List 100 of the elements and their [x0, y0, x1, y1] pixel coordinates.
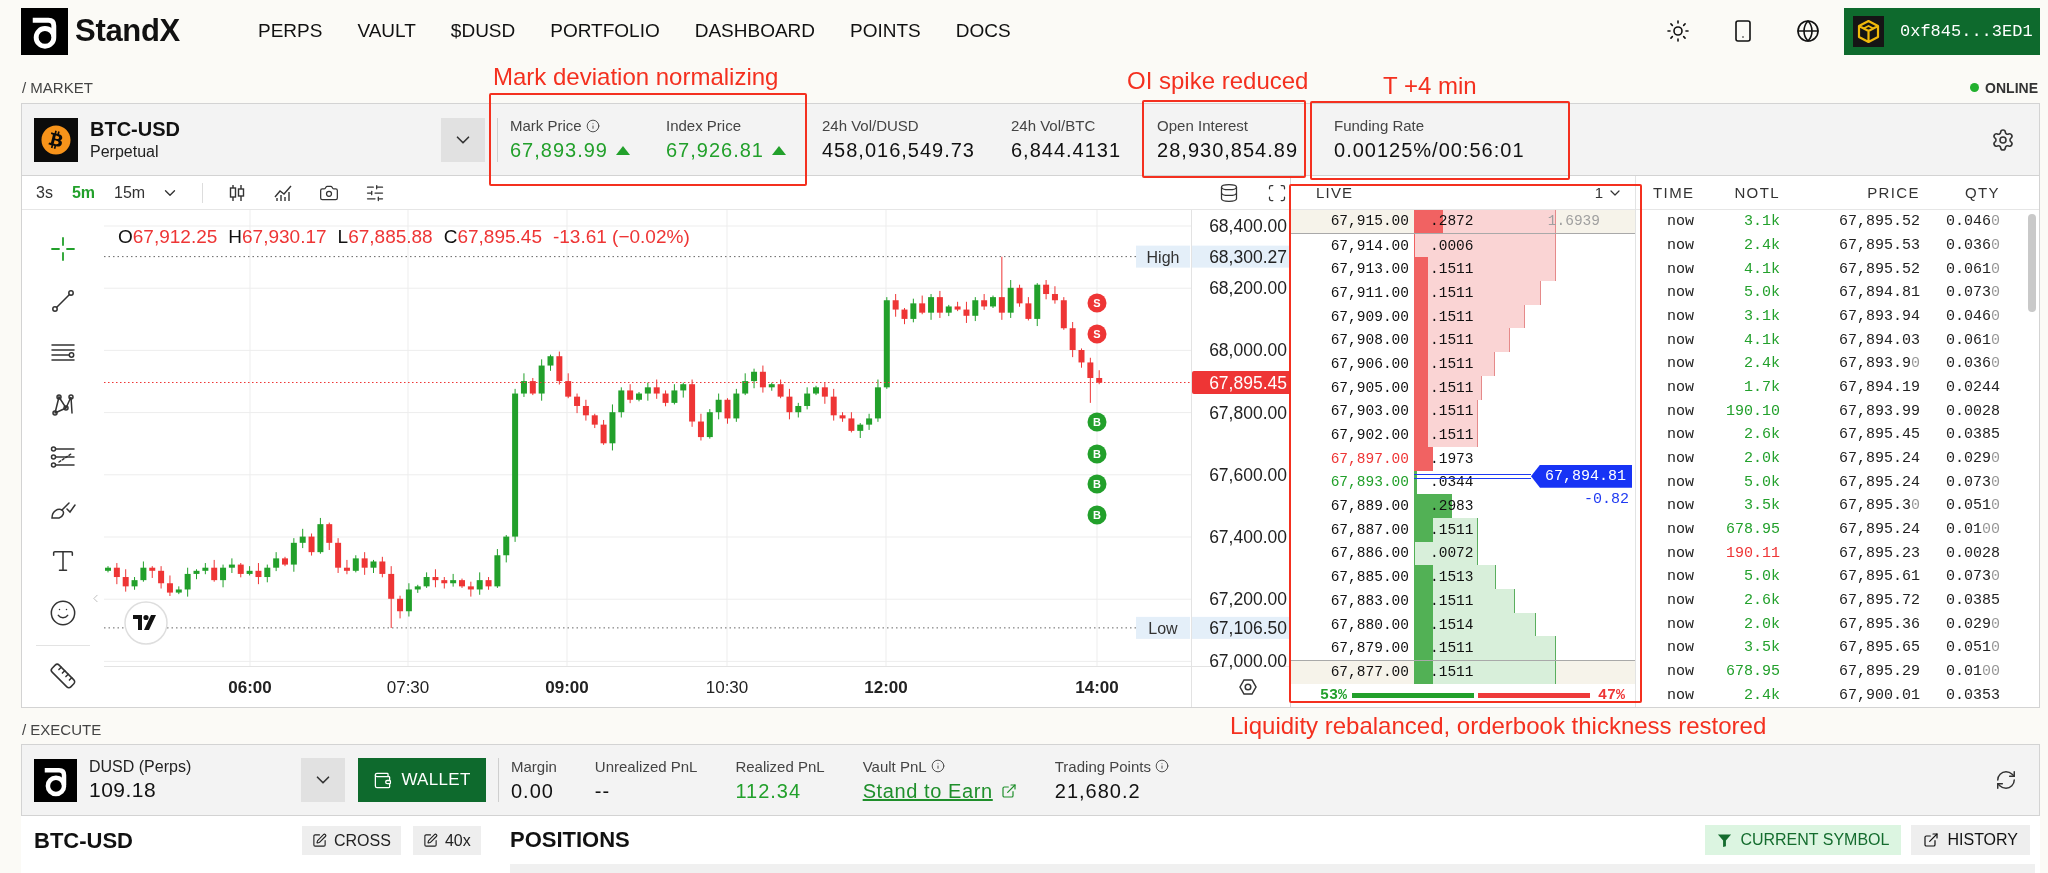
- rising-candle: [857, 422, 864, 439]
- position-symbol: BTC-USD: [34, 827, 133, 854]
- scrollbar[interactable]: [2028, 214, 2036, 312]
- falling-candle: [113, 562, 120, 585]
- bid-price[interactable]: 67,887.00: [1291, 521, 1409, 538]
- stat-label: Funding Rate: [1334, 117, 1425, 134]
- falling-candle: [724, 397, 731, 425]
- ask-price[interactable]: 67,902.00: [1291, 427, 1409, 444]
- grouping-select[interactable]: 1: [1594, 184, 1623, 201]
- edit-icon: [422, 833, 438, 848]
- stat-value: 0.00: [511, 779, 554, 803]
- bid-price[interactable]: 67,885.00: [1291, 569, 1409, 586]
- trade-price: 67,895.72: [1838, 592, 1920, 610]
- ask-price[interactable]: 67,915.00: [1291, 213, 1409, 230]
- interval-tab[interactable]: 15m: [114, 183, 146, 202]
- trade-price: 67,895.29: [1838, 663, 1920, 681]
- ask-price[interactable]: 67,906.00: [1291, 355, 1409, 372]
- bid-price[interactable]: 67,889.00: [1291, 498, 1409, 515]
- database-icon[interactable]: [1219, 182, 1239, 203]
- edit-icon: [312, 833, 327, 848]
- column-header[interactable]: QTY: [1920, 184, 2000, 201]
- wallet-address-button[interactable]: 0xf845...3ED1: [1844, 7, 2040, 55]
- trade-notional: 190.10: [1725, 402, 1780, 420]
- settings-icon[interactable]: [1991, 127, 2015, 152]
- ask-price[interactable]: 67,908.00: [1291, 332, 1409, 349]
- nav-link[interactable]: $DUSD: [450, 20, 516, 42]
- node-pattern-icon[interactable]: [49, 391, 77, 419]
- nav-link[interactable]: PORTFOLIO: [550, 20, 660, 42]
- sun-icon[interactable]: [1666, 19, 1690, 43]
- rising-candle: [751, 368, 758, 389]
- current-symbol-filter[interactable]: CURRENT SYMBOL: [1705, 825, 1902, 855]
- stat-value: --: [594, 779, 611, 803]
- trade-time: now: [1666, 284, 1695, 302]
- margin-mode-button[interactable]: CROSS: [302, 826, 401, 855]
- column-header[interactable]: TIME: [1653, 184, 1713, 201]
- falling-candle: [892, 293, 899, 318]
- trade-notional: 4.1k: [1743, 331, 1780, 349]
- refresh-icon[interactable]: [1995, 769, 2017, 791]
- asset-balance: 109.18: [89, 778, 157, 802]
- column-header[interactable]: PRICE: [1780, 184, 1920, 201]
- leverage-button[interactable]: 40x: [412, 826, 481, 855]
- dotted-levels-icon[interactable]: [49, 443, 77, 471]
- rising-candle: [290, 537, 297, 573]
- info-icon[interactable]: [930, 759, 945, 773]
- falling-candle: [441, 576, 448, 590]
- bid-price[interactable]: 67,883.00: [1291, 592, 1409, 609]
- bid-price[interactable]: 67,877.00: [1291, 664, 1409, 681]
- ask-price[interactable]: 67,914.00: [1291, 237, 1409, 254]
- nav-link[interactable]: PERPS: [258, 20, 323, 42]
- ask-price[interactable]: 67,897.00: [1291, 450, 1409, 467]
- order-size: .0006: [1430, 237, 1474, 254]
- trade-time: now: [1666, 260, 1695, 278]
- buy-marker: B: [1087, 444, 1107, 464]
- ask-price[interactable]: 67,903.00: [1291, 403, 1409, 420]
- ohlc-value: C67,895.45: [443, 226, 542, 248]
- nav-link[interactable]: DOCS: [955, 20, 1011, 42]
- nav-link[interactable]: POINTS: [850, 20, 921, 42]
- nav-link[interactable]: VAULT: [357, 20, 416, 42]
- ask-price[interactable]: 67,909.00: [1291, 308, 1409, 325]
- falling-candle: [998, 256, 1005, 321]
- wallet-button[interactable]: WALLET: [358, 758, 486, 802]
- market-symbol: BTC-USD: [90, 118, 180, 141]
- order-size: .1511: [1430, 521, 1474, 538]
- ask-price[interactable]: 67,911.00: [1291, 284, 1409, 301]
- external-link-icon[interactable]: [1000, 783, 1017, 799]
- ask-price[interactable]: 67,905.00: [1291, 379, 1409, 396]
- info-icon[interactable]: [1154, 759, 1169, 773]
- bid-price[interactable]: 67,880.00: [1291, 616, 1409, 633]
- falling-candle: [565, 372, 572, 399]
- annotation-label: Mark deviation normalizing: [493, 62, 779, 92]
- rising-candle: [795, 402, 802, 418]
- falling-candle: [963, 301, 970, 324]
- rising-candle: [1007, 279, 1014, 319]
- trade-notional: 678.95: [1725, 521, 1780, 539]
- globe-icon[interactable]: [1796, 19, 1820, 43]
- rising-candle: [476, 571, 483, 596]
- rising-candle: [273, 551, 280, 572]
- bid-price[interactable]: 67,879.00: [1291, 640, 1409, 657]
- interval-tab[interactable]: 3s: [36, 183, 53, 202]
- bid-price[interactable]: 67,893.00: [1291, 474, 1409, 491]
- history-button[interactable]: HISTORY: [1911, 825, 2030, 855]
- order-size: .0072: [1430, 545, 1474, 562]
- order-size: .1511: [1430, 332, 1474, 349]
- fullscreen-icon[interactable]: [1267, 182, 1287, 203]
- trade-time: now: [1666, 497, 1695, 515]
- sliders-icon[interactable]: [365, 182, 386, 203]
- falling-candle: [326, 522, 333, 551]
- crosshair-icon[interactable]: [49, 235, 77, 263]
- info-icon[interactable]: [585, 118, 600, 133]
- falling-candle: [379, 556, 386, 578]
- ruler-icon[interactable]: [49, 662, 77, 690]
- trend-line-icon[interactable]: [49, 287, 77, 315]
- nav-link[interactable]: DASHBOARD: [694, 20, 816, 42]
- falling-candle: [830, 388, 837, 422]
- stand-to-earn-link[interactable]: Stand to Earn: [862, 779, 993, 803]
- ask-price[interactable]: 67,913.00: [1291, 261, 1409, 278]
- column-header[interactable]: NOTL: [1713, 184, 1780, 201]
- settings-icon[interactable]: [1239, 679, 1257, 695]
- smiley-icon[interactable]: [49, 599, 77, 627]
- bid-price[interactable]: 67,886.00: [1291, 545, 1409, 562]
